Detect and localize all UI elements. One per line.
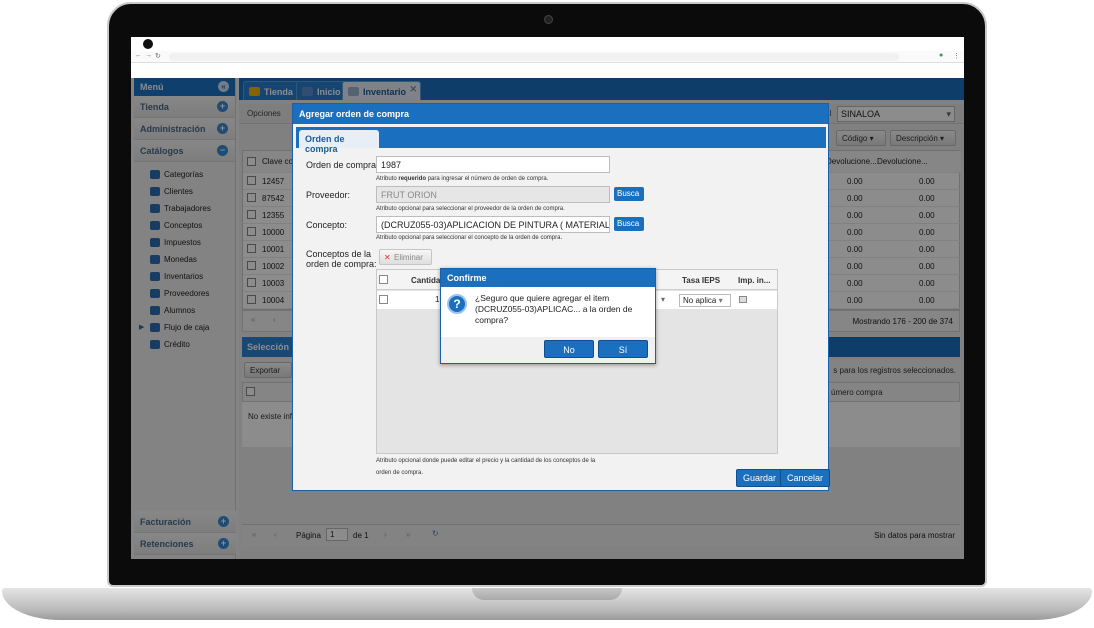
extension-icon[interactable]: ● [939,52,943,59]
browser-titlebar [131,37,964,51]
reload-icon[interactable]: ↻ [155,52,161,60]
tab-orden-de-compra[interactable]: Orden de compra [299,130,379,154]
back-icon[interactable]: ← [135,52,142,59]
conceptos-label: orden de compra: [306,259,377,269]
window-dot-icon [143,39,153,49]
chevron-down-icon[interactable]: ▾ [661,295,665,304]
row-checkbox[interactable] [379,295,388,304]
confirm-footer: No Sí [441,337,655,363]
grid-hint: orden de compra. [376,470,424,476]
hint-text: para ingresar el número de orden de comp… [426,176,549,182]
question-icon: ? [447,294,467,314]
si-button[interactable]: Sí [598,340,648,358]
busca-proveedor-button[interactable]: Busca [614,187,644,201]
browser-spacer [131,63,964,78]
screen: ← → ↻ ● ⋮ Menú « Tienda + Administración [131,37,964,559]
camera-icon [544,15,553,24]
laptop-frame: ← → ↻ ● ⋮ Menú « Tienda + Administración [0,0,1094,628]
orden-hint: Atributo requerido para ingresar el núme… [376,176,548,182]
column-header[interactable]: Imp. in... [738,276,770,285]
confirm-message: ¿Seguro que quiere agregar el item (DCRU… [475,293,633,325]
chevron-down-icon: ▾ [718,296,723,305]
modal-title: Agregar orden de compra [293,104,828,124]
orden-input[interactable]: 1987 [376,156,610,173]
guardar-button[interactable]: Guardar [736,469,784,487]
delete-icon: ✕ [384,253,391,262]
orden-label: Orden de compra: [306,160,379,170]
concepto-input[interactable]: (DCRUZ055-03)APLICACION DE PINTURA ( MAT… [376,216,610,233]
ieps-value: No aplica [683,296,717,305]
select-all-checkbox[interactable] [379,275,388,284]
cancelar-button[interactable]: Cancelar [780,469,831,487]
no-button[interactable]: No [544,340,594,358]
forward-icon[interactable]: → [145,52,152,59]
ieps-select[interactable]: No aplica ▾ [679,294,731,307]
browser-menu-icon[interactable]: ⋮ [953,52,960,60]
proveedor-input[interactable]: FRUT ORION [376,186,610,203]
laptop-notch [472,588,622,600]
busca-concepto-button[interactable]: Busca [614,217,644,231]
confirm-dialog: Confirme ? ¿Seguro que quiere agregar el… [440,268,656,364]
proveedor-hint: Atributo opcional para seleccionar el pr… [376,206,565,212]
browser-toolbar: ← → ↻ ● ⋮ [131,51,964,63]
grid-hint: Atributo opcional donde puede editar el … [376,458,596,464]
eliminar-button[interactable]: ✕ Eliminar [379,249,432,265]
column-header[interactable]: Tasa IEPS [682,276,720,285]
concepto-hint: Atributo opcional para seleccionar el co… [376,235,563,241]
address-bar[interactable] [169,53,899,61]
concepto-label: Concepto: [306,220,348,230]
modal-tabbar: Orden de compra [296,127,826,154]
button-label: Eliminar [394,253,423,262]
confirm-title: Confirme [441,269,655,287]
conceptos-label: Conceptos de la [306,249,372,259]
proveedor-label: Proveedor: [306,190,351,200]
imp-checkbox[interactable] [739,296,747,303]
hint-required: requerido [398,176,427,182]
hint-text: Atributo [376,176,399,182]
